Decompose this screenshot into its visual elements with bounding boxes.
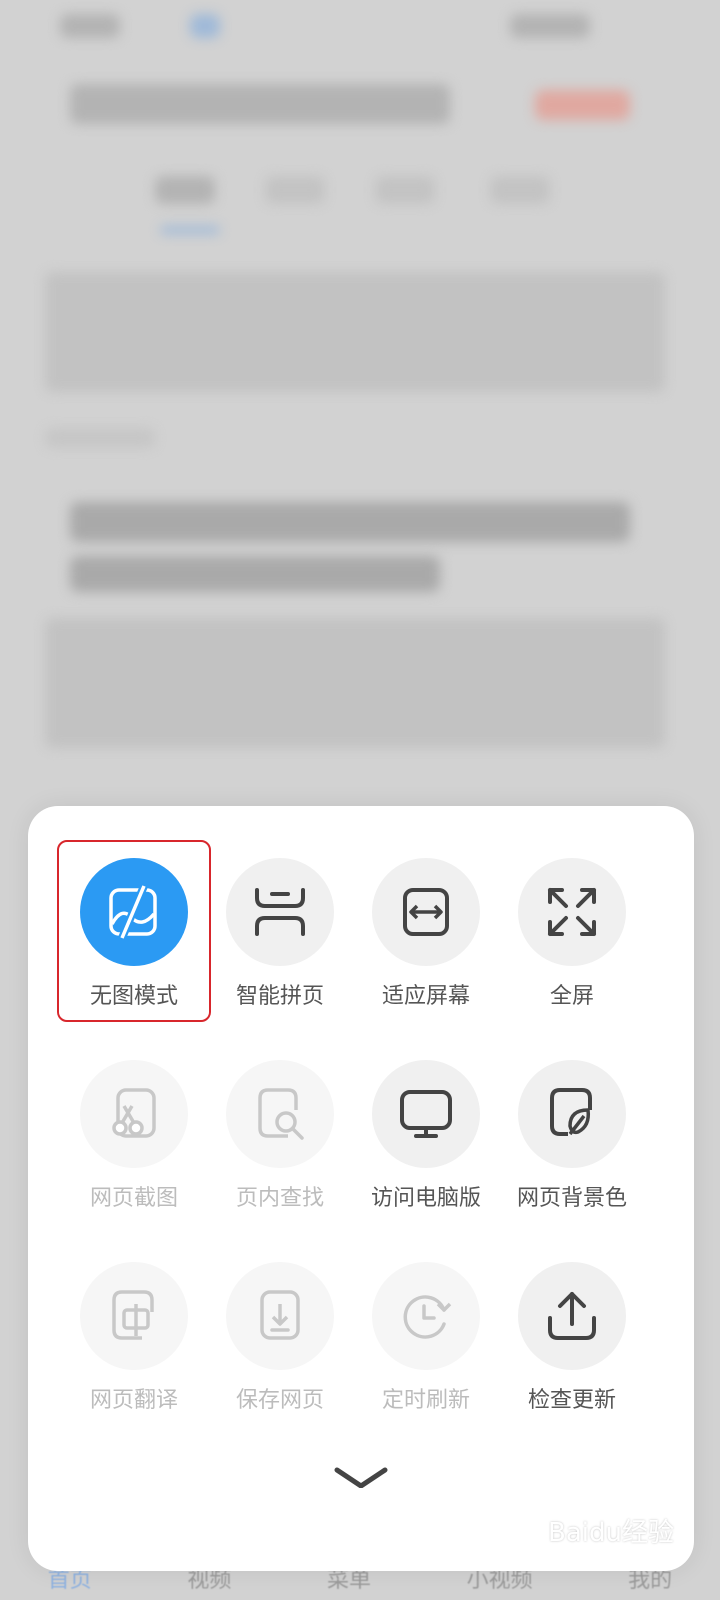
desktop-version-icon <box>372 1060 480 1168</box>
page-screenshot-label: 网页截图 <box>89 1186 178 1211</box>
screenshot-icon <box>80 1060 188 1168</box>
check-update-icon <box>518 1262 626 1370</box>
check-update-button[interactable]: 检查更新 <box>499 1262 645 1414</box>
translate-icon <box>80 1262 188 1370</box>
page-stitch-icon <box>226 858 334 966</box>
find-in-page-label: 页内查找 <box>235 1186 324 1211</box>
save-page-label: 保存网页 <box>235 1388 324 1413</box>
desktop-version-label: 访问电脑版 <box>370 1186 481 1211</box>
check-update-label: 检查更新 <box>527 1388 616 1413</box>
collapse-button[interactable] <box>331 1456 391 1496</box>
no-image-mode-button[interactable]: 无图模式 <box>61 858 207 1010</box>
no-image-icon <box>80 858 188 966</box>
baidu-watermark: Baidu经验 <box>548 1518 674 1548</box>
page-translate-label: 网页翻译 <box>89 1388 178 1413</box>
fit-screen-icon <box>372 858 480 966</box>
background-color-button[interactable]: 网页背景色 <box>499 1060 645 1212</box>
find-in-page-icon <box>226 1060 334 1168</box>
find-in-page-button[interactable]: 页内查找 <box>207 1060 353 1212</box>
fullscreen-label: 全屏 <box>549 984 594 1009</box>
save-page-icon <box>226 1262 334 1370</box>
fit-screen-button[interactable]: 适应屏幕 <box>353 858 499 1010</box>
fullscreen-button[interactable]: 全屏 <box>499 858 645 1010</box>
background-color-label: 网页背景色 <box>516 1186 627 1211</box>
menu-sheet: 无图模式 智能拼页 适应屏幕 全屏 网页截图 页内查找 访问电脑版 网页背景色 … <box>28 806 694 1571</box>
page-stitch-button[interactable]: 智能拼页 <box>207 858 353 1010</box>
desktop-version-button[interactable]: 访问电脑版 <box>353 1060 499 1212</box>
timed-refresh-label: 定时刷新 <box>381 1388 470 1413</box>
page-screenshot-button[interactable]: 网页截图 <box>61 1060 207 1212</box>
fullscreen-icon <box>518 858 626 966</box>
chevron-down-icon <box>333 1464 389 1488</box>
save-page-button[interactable]: 保存网页 <box>207 1262 353 1414</box>
fit-screen-label: 适应屏幕 <box>381 984 470 1009</box>
page-stitch-label: 智能拼页 <box>235 984 324 1009</box>
timed-refresh-icon <box>372 1262 480 1370</box>
background-color-icon <box>518 1060 626 1168</box>
no-image-mode-label: 无图模式 <box>89 984 178 1009</box>
page-translate-button[interactable]: 网页翻译 <box>61 1262 207 1414</box>
timed-refresh-button[interactable]: 定时刷新 <box>353 1262 499 1414</box>
